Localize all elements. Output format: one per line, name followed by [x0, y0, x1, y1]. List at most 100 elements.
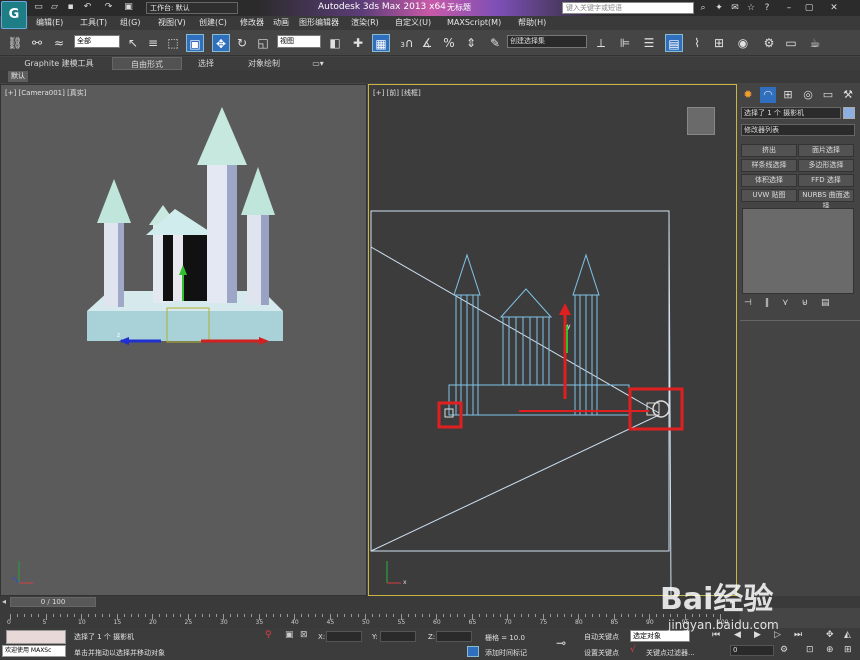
- track-bar[interactable]: 0 5 10 15 20 25 30 35 40 45 50 55 60 65 70 75 80 85 90 95 10…: [0, 608, 740, 628]
- menu-create[interactable]: 创建(C): [199, 17, 227, 29]
- layer-manager-icon[interactable]: ☰: [640, 34, 658, 52]
- object-color-swatch[interactable]: [843, 107, 855, 119]
- select-and-scale-icon[interactable]: ◱: [254, 34, 272, 52]
- spinner-snap-icon[interactable]: ⇕: [462, 34, 480, 52]
- tab-object-paint[interactable]: 对象绘制: [240, 57, 288, 70]
- close-icon[interactable]: ✕: [828, 2, 840, 14]
- maxscript-listener-mini[interactable]: [6, 630, 66, 644]
- mirror-icon[interactable]: ⟂: [592, 34, 610, 52]
- modify-tab-icon[interactable]: ◠: [760, 87, 776, 103]
- go-to-end-icon[interactable]: ⏭: [794, 630, 802, 640]
- window-crossing-icon[interactable]: ▣: [186, 34, 204, 52]
- workspace-dropdown[interactable]: 工作台: 默认: [146, 2, 238, 14]
- named-selection-sets-dropdown[interactable]: 创建选择集: [507, 35, 587, 48]
- pan-icon[interactable]: ✥: [826, 630, 834, 640]
- minimize-icon[interactable]: –: [783, 2, 795, 14]
- menu-help[interactable]: 帮助(H): [518, 17, 546, 29]
- zoom-extents-icon[interactable]: ⊡: [806, 645, 814, 655]
- menu-tools[interactable]: 工具(T): [80, 17, 107, 29]
- uvw-map-button[interactable]: UVW 贴图: [741, 189, 797, 202]
- patch-select-button[interactable]: 面片选择: [798, 144, 854, 157]
- select-and-manipulate-icon[interactable]: ✚: [349, 34, 367, 52]
- menu-customize[interactable]: 自定义(U): [395, 17, 431, 29]
- select-by-name-icon[interactable]: ≡: [144, 34, 162, 52]
- current-frame-field[interactable]: 0: [730, 645, 774, 656]
- time-prev-icon[interactable]: ◂: [2, 597, 6, 606]
- undo-icon[interactable]: ↶: [82, 2, 93, 13]
- z-coord-field[interactable]: [436, 631, 472, 642]
- nurbs-surface-select-button[interactable]: NURBS 曲面选择: [798, 189, 854, 210]
- align-icon[interactable]: ⊫: [616, 34, 634, 52]
- pivot-center-icon[interactable]: ◧: [326, 34, 344, 52]
- redo-icon[interactable]: ↷: [103, 2, 114, 13]
- set-key-button[interactable]: 设置关键点: [584, 648, 619, 658]
- ffd-select-button[interactable]: FFD 选择: [798, 174, 854, 187]
- favorites-icon[interactable]: ☆: [745, 2, 757, 14]
- vol-select-button[interactable]: 体积选择: [741, 174, 797, 187]
- help-icon[interactable]: ?: [761, 2, 773, 14]
- snaps-toggle-icon[interactable]: 3∩: [398, 34, 416, 52]
- hierarchy-tab-icon[interactable]: ⊞: [780, 87, 796, 103]
- menu-rendering[interactable]: 渲染(R): [351, 17, 379, 29]
- utilities-tab-icon[interactable]: ⚒: [840, 87, 856, 103]
- tab-selection[interactable]: 选择: [186, 57, 226, 70]
- hold-icon[interactable]: ▣: [123, 2, 134, 13]
- curve-editor-icon[interactable]: ⌇: [688, 34, 706, 52]
- tab-graphite-modeling[interactable]: Graphite 建模工具: [22, 57, 96, 70]
- key-mode-icon[interactable]: √: [630, 645, 636, 655]
- menu-animation[interactable]: 动画: [273, 17, 289, 29]
- bind-space-warp-icon[interactable]: ≈: [50, 34, 68, 52]
- select-object-icon[interactable]: ↖: [124, 34, 142, 52]
- stack-tools[interactable]: ⊣ ‖ ⋎ ⊌ ▤: [744, 298, 854, 312]
- time-slider-thumb[interactable]: 0 / 100: [10, 597, 96, 607]
- keyboard-shortcut-override-icon[interactable]: ▦: [372, 34, 390, 52]
- menu-views[interactable]: 视图(V): [158, 17, 186, 29]
- maximize-viewport-icon[interactable]: ⊞: [844, 645, 852, 655]
- y-coord-field[interactable]: [380, 631, 416, 642]
- viewport-front[interactable]: [+] [前] [线框] y x: [368, 84, 737, 597]
- schematic-view-icon[interactable]: ⊞: [710, 34, 728, 52]
- absolute-mode-icon[interactable]: ⊠: [300, 630, 308, 640]
- welcome-text[interactable]: 欢迎使用 MAXSc: [2, 645, 66, 657]
- menu-group[interactable]: 组(G): [120, 17, 140, 29]
- material-editor-icon[interactable]: ◉: [734, 34, 752, 52]
- menu-graph-editors[interactable]: 图形编辑器: [299, 17, 339, 29]
- app-logo-icon[interactable]: G: [1, 1, 27, 29]
- time-tag-icon[interactable]: [467, 646, 479, 657]
- add-time-tag-button[interactable]: 添加时间标记: [485, 648, 527, 658]
- poly-select-button[interactable]: 多边形选择: [798, 159, 854, 172]
- search-icon[interactable]: ⌕: [697, 2, 709, 14]
- x-coord-field[interactable]: [326, 631, 362, 642]
- angle-snap-icon[interactable]: ∡: [418, 34, 436, 52]
- viewport-camera[interactable]: [+] [Camera001] [真实] z: [0, 84, 367, 596]
- field-of-view-icon[interactable]: ◭: [844, 630, 851, 640]
- render-production-icon[interactable]: ☕: [806, 34, 824, 52]
- open-file-icon[interactable]: ▱: [49, 2, 60, 13]
- rendered-frame-window-icon[interactable]: ▭: [782, 34, 800, 52]
- subscription-icon[interactable]: ✦: [713, 2, 725, 14]
- ribbon-options-icon[interactable]: ▭▾: [308, 57, 328, 70]
- modifier-stack[interactable]: [742, 208, 854, 294]
- render-setup-icon[interactable]: ⚙: [760, 34, 778, 52]
- save-icon[interactable]: ▪: [65, 2, 76, 13]
- unlink-icon[interactable]: ⚯: [28, 34, 46, 52]
- time-config-icon[interactable]: ⚙: [780, 645, 788, 655]
- key-filters-button[interactable]: 关键点过滤器...: [646, 648, 695, 658]
- graphite-toggle-icon[interactable]: ▤: [665, 34, 683, 52]
- select-and-rotate-icon[interactable]: ↻: [233, 34, 251, 52]
- search-input[interactable]: 键入关键字或短语: [562, 2, 694, 14]
- communication-icon[interactable]: ✉: [729, 2, 741, 14]
- menu-modifiers[interactable]: 修改器: [240, 17, 264, 29]
- menu-maxscript[interactable]: MAXScript(M): [447, 17, 501, 29]
- orbit-icon[interactable]: ⊕: [826, 645, 834, 655]
- create-tab-icon[interactable]: ✹: [740, 87, 756, 103]
- maximize-icon[interactable]: ▢: [803, 2, 815, 14]
- reference-coord-dropdown[interactable]: 视图: [277, 35, 321, 48]
- spline-select-button[interactable]: 样条线选择: [741, 159, 797, 172]
- ribbon-subtab-default[interactable]: 默认: [8, 71, 28, 82]
- percent-snap-icon[interactable]: %: [440, 34, 458, 52]
- object-name-field[interactable]: 选择了 1 个 摄影机: [741, 107, 841, 119]
- selection-filter-dropdown[interactable]: 全部: [74, 35, 120, 48]
- motion-tab-icon[interactable]: ◎: [800, 87, 816, 103]
- new-file-icon[interactable]: ▭: [33, 2, 44, 13]
